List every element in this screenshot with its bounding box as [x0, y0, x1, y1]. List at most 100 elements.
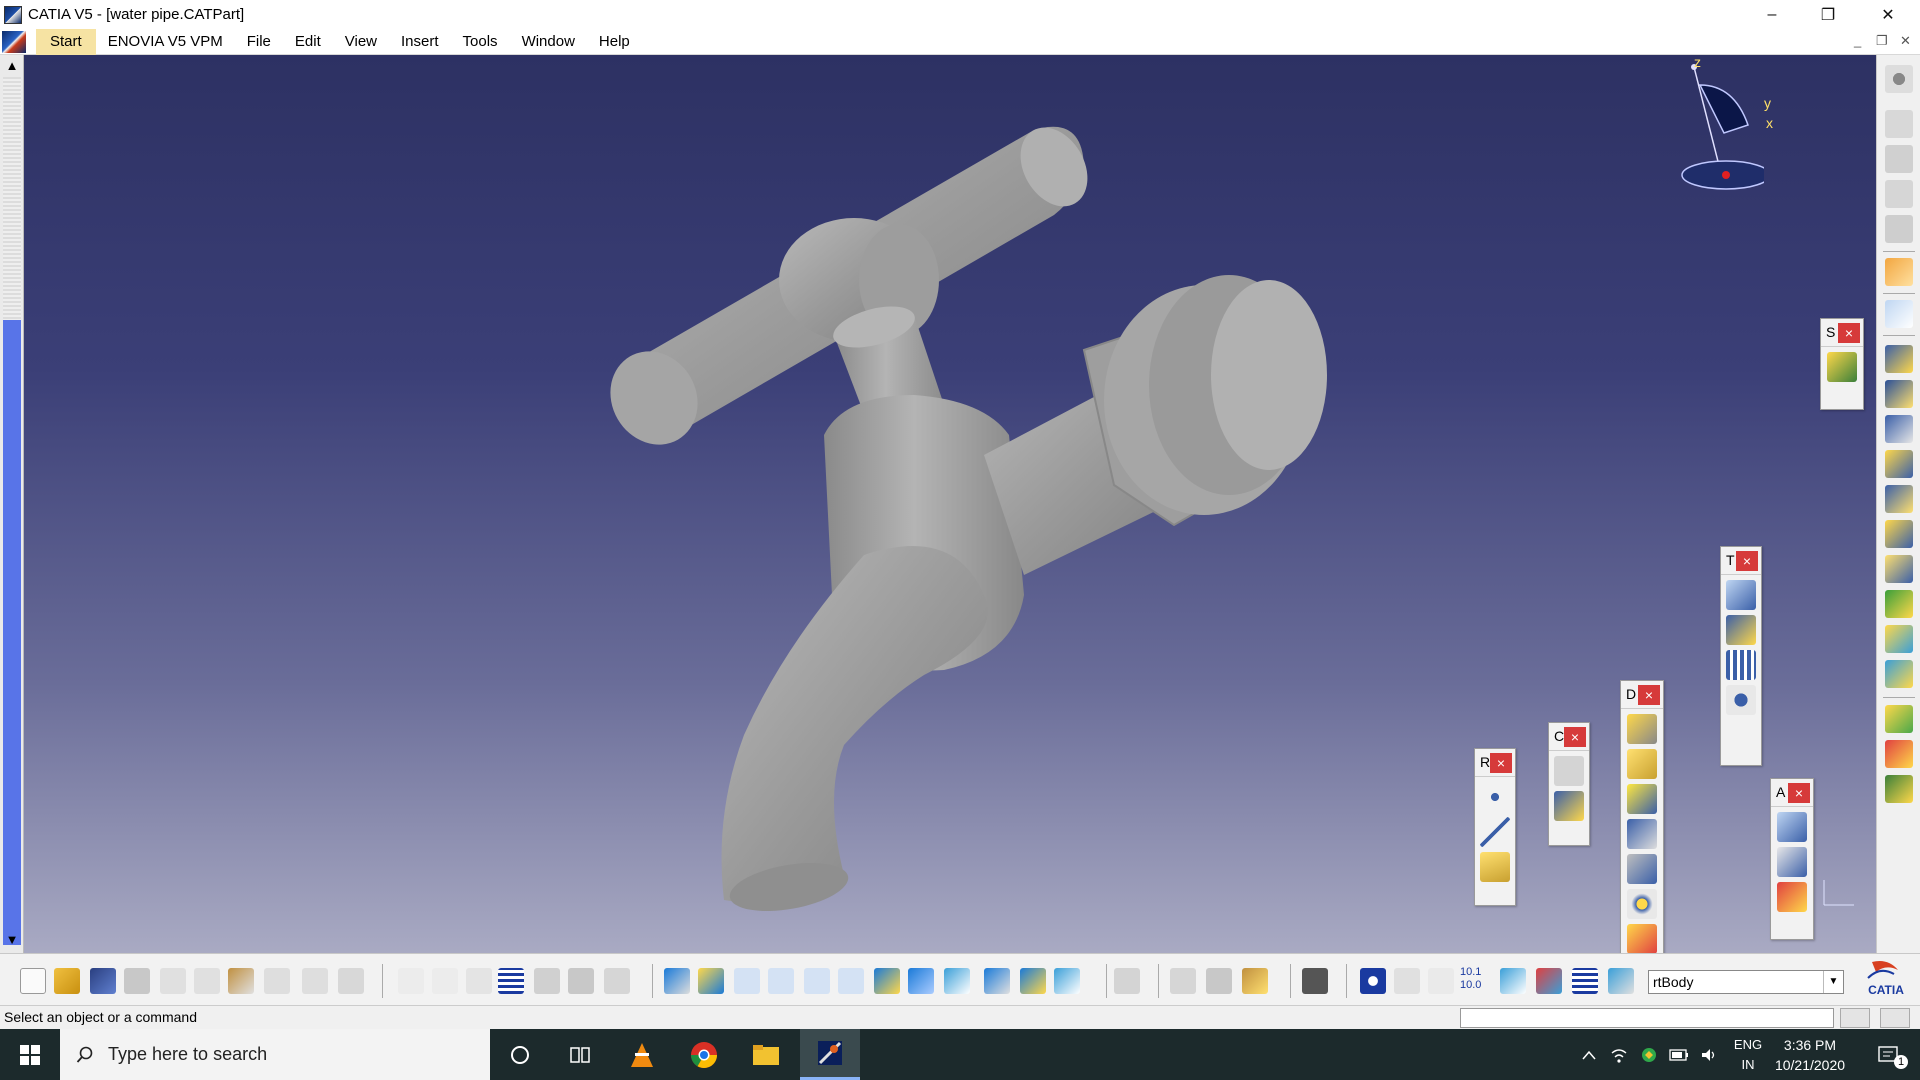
network-tray-button[interactable]	[1606, 1029, 1632, 1080]
sketcher-icon[interactable]	[1885, 300, 1913, 328]
chamfer-icon[interactable]	[1885, 740, 1913, 768]
palette-d[interactable]: D ×	[1620, 680, 1664, 980]
tree-toggle-icon[interactable]	[1885, 110, 1913, 138]
link-icon[interactable]	[466, 968, 492, 994]
design-table-icon[interactable]	[498, 968, 524, 994]
constraint-dialog-icon[interactable]	[1554, 791, 1584, 821]
paste-icon[interactable]	[228, 968, 254, 994]
doc-close-button[interactable]: ✕	[1900, 33, 1911, 49]
menu-help[interactable]: Help	[587, 29, 642, 55]
new-file-icon[interactable]	[20, 968, 46, 994]
file-explorer-taskbar-button[interactable]	[736, 1029, 796, 1080]
mirror-icon[interactable]	[1726, 615, 1756, 645]
copy-icon[interactable]	[194, 968, 220, 994]
draft-icon[interactable]	[1885, 775, 1913, 803]
palette-s-close-button[interactable]: ×	[1838, 323, 1860, 343]
catalog-browser-icon[interactable]	[1206, 968, 1232, 994]
menu-edit[interactable]: Edit	[283, 29, 333, 55]
chevron-down-icon[interactable]: ▼	[1823, 971, 1843, 993]
point-icon[interactable]	[1480, 782, 1510, 812]
law-icon[interactable]	[534, 968, 560, 994]
section-icon[interactable]	[1500, 968, 1526, 994]
maximize-button[interactable]: ❐	[1800, 0, 1856, 29]
settings-gear-icon[interactable]	[1885, 65, 1913, 93]
fly-mode-icon[interactable]	[664, 968, 690, 994]
product-structure-icon[interactable]	[1885, 180, 1913, 208]
text-annotation-icon[interactable]	[1777, 812, 1807, 842]
redo-icon[interactable]	[302, 968, 328, 994]
undo-icon[interactable]	[264, 968, 290, 994]
constraint-icon[interactable]	[1554, 756, 1584, 786]
palette-t[interactable]: T ×	[1720, 546, 1762, 766]
shell-icon[interactable]	[1627, 749, 1657, 779]
pocket-icon[interactable]	[1885, 380, 1913, 408]
translate-icon[interactable]	[1726, 580, 1756, 610]
sew-surface-icon[interactable]	[1627, 924, 1657, 954]
capture-camera-icon[interactable]	[1302, 968, 1328, 994]
menu-tools[interactable]: Tools	[451, 29, 510, 55]
scroll-down-icon[interactable]: ▼	[3, 931, 21, 949]
3d-annotation-icon[interactable]	[1777, 882, 1807, 912]
command-input[interactable]	[1460, 1008, 1834, 1028]
save-icon[interactable]	[90, 968, 116, 994]
battery-tray-button[interactable]	[1666, 1029, 1692, 1080]
pad-icon[interactable]	[1885, 345, 1913, 373]
taskbar-clock[interactable]: 3:36 PM 10/21/2020	[1760, 1035, 1860, 1075]
catia-taskbar-button[interactable]	[800, 1029, 860, 1080]
windows-start-button[interactable]	[0, 1029, 60, 1080]
select-arrow-icon[interactable]	[1885, 258, 1913, 286]
iso-view-icon[interactable]	[944, 968, 970, 994]
stiffener-icon[interactable]	[1885, 590, 1913, 618]
analysis-draft-icon[interactable]	[1536, 968, 1562, 994]
3d-viewport[interactable]: z y x	[24, 55, 1876, 953]
menu-window[interactable]: Window	[510, 29, 587, 55]
fillet-icon[interactable]	[1885, 705, 1913, 733]
whats-this-icon[interactable]	[338, 968, 364, 994]
catia-v5-icon[interactable]	[1360, 968, 1386, 994]
scroll-track[interactable]	[3, 77, 21, 320]
status-button-1[interactable]	[1840, 1008, 1870, 1028]
rotate-icon[interactable]	[768, 968, 794, 994]
scroll-thumb[interactable]	[3, 320, 21, 945]
zoom-out-icon[interactable]	[838, 968, 864, 994]
thickness-icon[interactable]	[1627, 714, 1657, 744]
formula-icon[interactable]	[398, 968, 424, 994]
doc-minimize-button[interactable]: _	[1854, 33, 1861, 48]
curvature-icon[interactable]	[1572, 968, 1598, 994]
chrome-taskbar-button[interactable]	[674, 1029, 734, 1080]
open-folder-icon[interactable]	[54, 968, 80, 994]
thread-icon[interactable]	[1627, 854, 1657, 884]
palette-r[interactable]: R ×	[1474, 748, 1516, 906]
doc-restore-button[interactable]: ❐	[1876, 33, 1888, 49]
close-window-button[interactable]: ✕	[1860, 0, 1916, 29]
axis-tool-icon[interactable]	[1428, 968, 1454, 994]
volume-tray-button[interactable]	[1696, 1029, 1722, 1080]
status-button-2[interactable]	[1880, 1008, 1910, 1028]
axis-system-icon[interactable]	[1627, 889, 1657, 919]
pan-icon[interactable]	[734, 968, 760, 994]
taskbar-search-box[interactable]: Type here to search	[60, 1029, 490, 1080]
scroll-up-icon[interactable]: ▲	[3, 57, 21, 75]
menu-insert[interactable]: Insert	[389, 29, 451, 55]
scaling-icon[interactable]	[1726, 685, 1756, 715]
hole-icon[interactable]	[1885, 485, 1913, 513]
menu-start[interactable]: Start	[36, 28, 96, 55]
palette-c[interactable]: C ×	[1548, 722, 1590, 846]
multi-view-icon[interactable]	[908, 968, 934, 994]
compass-widget[interactable]	[1664, 55, 1764, 195]
vertical-scrollbar[interactable]: ▲ ▼	[0, 55, 24, 953]
plane-icon[interactable]	[1480, 852, 1510, 882]
minimize-button[interactable]: –	[1744, 0, 1800, 29]
palette-s[interactable]: S ×	[1820, 318, 1864, 410]
print-icon[interactable]	[124, 968, 150, 994]
groove-icon[interactable]	[1885, 450, 1913, 478]
measure-icon[interactable]	[568, 968, 594, 994]
show-hidden-icons-button[interactable]	[1576, 1029, 1602, 1080]
cut-icon[interactable]	[160, 968, 186, 994]
palette-r-close-button[interactable]: ×	[1490, 753, 1512, 773]
line-icon[interactable]	[1480, 817, 1510, 847]
swap-visible-space-icon[interactable]	[1054, 968, 1080, 994]
shading-icon[interactable]	[984, 968, 1010, 994]
palette-t-close-button[interactable]: ×	[1736, 551, 1758, 571]
shaft-icon[interactable]	[1885, 415, 1913, 443]
